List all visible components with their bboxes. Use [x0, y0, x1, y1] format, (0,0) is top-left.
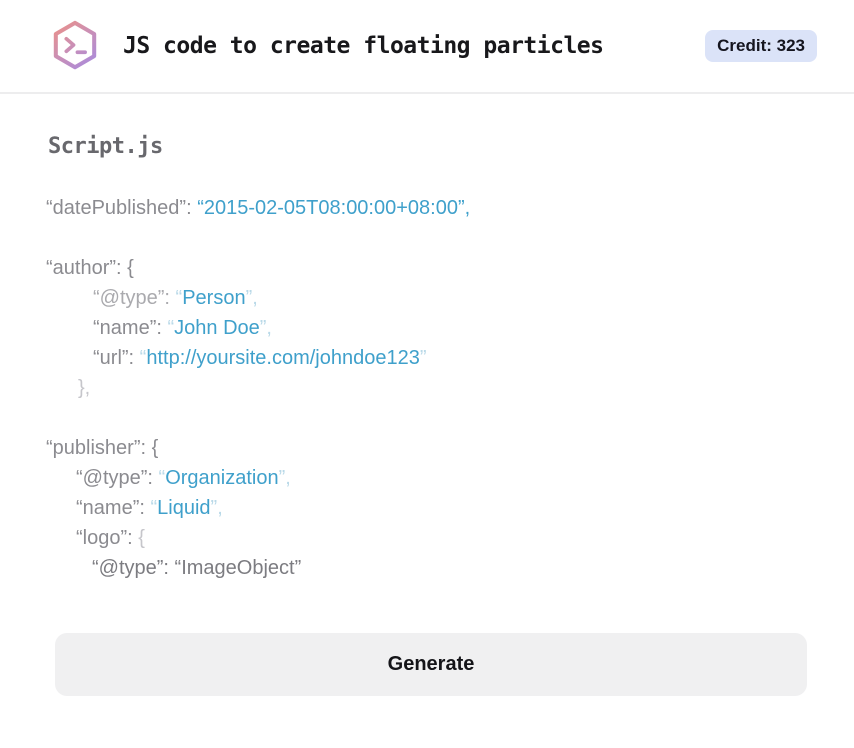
code-key: “name”: — [76, 497, 151, 519]
code-line-publisher-name: “name”: “Liquid”, — [46, 493, 854, 523]
code-key: “author”: { — [46, 257, 134, 279]
code-quote: ”, — [245, 287, 258, 309]
code-value: Liquid — [157, 497, 211, 519]
code-line-author-url: “url”: “http://yoursite.com/johndoe123” — [46, 343, 854, 373]
code-line-author-open: “author”: { — [46, 253, 854, 283]
code-key: “datePublished”: — [46, 197, 198, 219]
code-brace: { — [138, 527, 145, 549]
code-key: “@type”: — [93, 287, 176, 309]
code-quote: ”, — [259, 317, 272, 339]
code-brace: }, — [78, 377, 91, 399]
code-key: “@type”: — [76, 467, 159, 489]
code-key: “publisher”: { — [46, 437, 159, 459]
code-line-publisher-open: “publisher”: { — [46, 433, 854, 463]
code-line-datepublished: “datePublished”: “2015-02-05T08:00:00+08… — [46, 193, 854, 223]
code-value: Person — [182, 287, 246, 309]
code-value: http://yoursite.com/johndoe123 — [146, 347, 420, 369]
main-content: Script.js “datePublished”: “2015-02-05T0… — [0, 134, 854, 696]
code-line-author-name: “name”: “John Doe”, — [46, 313, 854, 343]
page-title: JS code to create floating particles — [123, 33, 604, 59]
script-filename: Script.js — [48, 134, 163, 159]
generate-button[interactable]: Generate — [55, 633, 807, 696]
code-value: “2015-02-05T08:00:00+08:00”, — [197, 197, 471, 219]
code-quote: ” — [419, 347, 427, 369]
header: JS code to create floating particles Cre… — [0, 0, 854, 94]
code-text: “@type”: “ImageObject” — [92, 557, 302, 579]
code-line-logo-type: “@type”: “ImageObject” — [46, 553, 854, 583]
code-line-publisher-type: “@type”: “Organization”, — [46, 463, 854, 493]
code-key: “url”: — [93, 347, 140, 369]
code-key: “logo”: — [76, 527, 139, 549]
code-line-author-close: }, — [46, 373, 854, 403]
credit-badge: Credit: 323 — [705, 30, 817, 62]
code-line-author-type: “@type”: “Person”, — [46, 283, 854, 313]
code-key: “name”: — [93, 317, 168, 339]
code-value: John Doe — [174, 317, 260, 339]
code-quote: ”, — [278, 467, 291, 489]
code-quote: ”, — [210, 497, 223, 519]
code-line-logo-open: “logo”: { — [46, 523, 854, 553]
terminal-prompt-hexagon-icon — [48, 17, 102, 75]
code-block: “datePublished”: “2015-02-05T08:00:00+08… — [46, 193, 854, 583]
code-value: Organization — [165, 467, 279, 489]
